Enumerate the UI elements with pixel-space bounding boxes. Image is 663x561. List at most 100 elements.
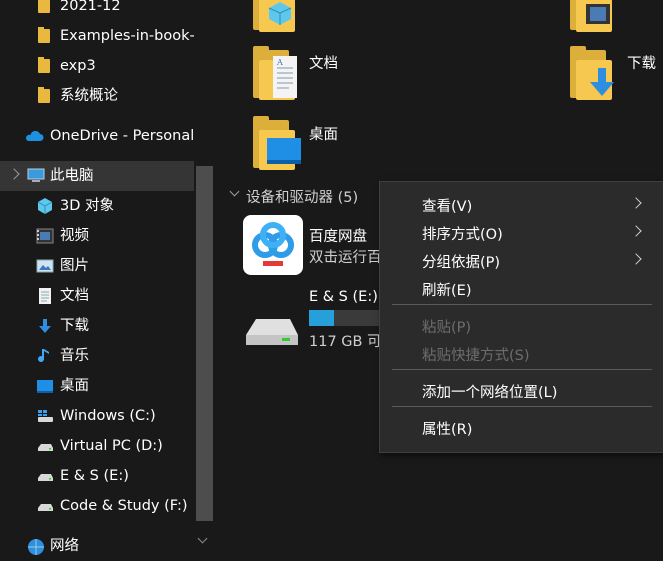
nav-item-3d-objects[interactable]: 3D 对象 bbox=[0, 191, 194, 221]
svg-text:A: A bbox=[276, 58, 283, 67]
nav-item-system-overview[interactable]: 系统概论 bbox=[0, 81, 194, 111]
drive-e-name: E & S (E:) bbox=[309, 289, 378, 305]
videos-folder-icon[interactable] bbox=[570, 0, 618, 34]
menu-item-label: 查看(V) bbox=[422, 199, 473, 215]
chevron-right-icon bbox=[630, 197, 642, 209]
menu-item-paste-shortcut: 粘贴快捷方式(S) bbox=[380, 338, 663, 366]
nav-item-downloads[interactable]: 下载 bbox=[0, 311, 194, 341]
drive-icon bbox=[36, 437, 54, 455]
drive-e-usage-bar bbox=[309, 310, 379, 326]
nav-item-documents[interactable]: 文档 bbox=[0, 281, 194, 311]
nav-item-label: E & S (E:) bbox=[60, 468, 129, 484]
nav-item-virtual-pc-d[interactable]: Virtual PC (D:) bbox=[0, 431, 194, 461]
desktop-folder-tile[interactable] bbox=[253, 116, 301, 172]
menu-item-label: 排序方式(O) bbox=[422, 227, 503, 243]
nav-item-label: 网络 bbox=[50, 538, 79, 554]
desktop-icon bbox=[267, 138, 301, 164]
nav-item-videos[interactable]: 视频 bbox=[0, 221, 194, 251]
desktop-icon bbox=[36, 377, 54, 395]
documents-icon bbox=[36, 287, 54, 305]
context-menu: 查看(V) 排序方式(O) 分组依据(P) 刷新(E) 粘贴(P) 粘贴快捷方式… bbox=[379, 181, 663, 453]
nav-item-desktop[interactable]: 桌面 bbox=[0, 371, 194, 401]
network-icon bbox=[26, 537, 44, 555]
nav-item-2021-12[interactable]: 2021-12 bbox=[0, 0, 194, 21]
3d-objects-icon bbox=[36, 197, 54, 215]
folder-name-documents: 文档 bbox=[309, 56, 338, 72]
nav-item-label: Examples-in-book- bbox=[60, 28, 194, 44]
menu-item-label: 添加一个网络位置(L) bbox=[422, 385, 558, 401]
menu-item-label: 刷新(E) bbox=[422, 283, 472, 299]
nav-item-windows-c[interactable]: Windows (C:) bbox=[0, 401, 194, 431]
videos-icon bbox=[36, 227, 54, 245]
nav-item-label: 系统概论 bbox=[60, 88, 118, 104]
downloads-icon bbox=[590, 68, 614, 96]
baidu-netdisk-icon[interactable] bbox=[243, 215, 303, 275]
nav-item-onedrive[interactable]: OneDrive - Personal bbox=[0, 121, 194, 151]
nav-item-label: Windows (C:) bbox=[60, 408, 156, 424]
section-header-devices[interactable]: 设备和驱动器 (5) bbox=[246, 186, 358, 207]
baidu-netdisk-name: 百度网盘 bbox=[309, 229, 367, 245]
menu-item-label: 粘贴快捷方式(S) bbox=[422, 348, 530, 364]
menu-item-label: 粘贴(P) bbox=[422, 320, 472, 336]
nav-item-exp3[interactable]: exp3 bbox=[0, 51, 194, 81]
nav-item-network[interactable]: 网络 bbox=[0, 531, 194, 561]
3d-objects-folder-icon[interactable] bbox=[253, 0, 301, 34]
menu-item-paste: 粘贴(P) bbox=[380, 310, 663, 338]
menu-separator bbox=[392, 304, 652, 305]
nav-item-label: 此电脑 bbox=[50, 168, 94, 184]
nav-item-examples-in-book[interactable]: Examples-in-book- bbox=[0, 21, 194, 51]
chevron-right-icon bbox=[630, 253, 642, 265]
menu-item-properties[interactable]: 属性(R) bbox=[380, 412, 663, 440]
menu-item-label: 属性(R) bbox=[422, 422, 473, 438]
music-icon bbox=[36, 347, 54, 365]
baidu-netdisk-subtitle: 双击运行百 bbox=[309, 250, 382, 266]
nav-item-e-s-e[interactable]: E & S (E:) bbox=[0, 461, 194, 491]
folder-name-desktop: 桌面 bbox=[309, 127, 338, 143]
nav-item-code-study-f[interactable]: Code & Study (F:) bbox=[0, 491, 194, 521]
drive-e-icon[interactable] bbox=[244, 315, 300, 349]
menu-item-view[interactable]: 查看(V) bbox=[380, 189, 663, 217]
pictures-icon bbox=[36, 257, 54, 275]
folder-icon bbox=[38, 0, 50, 13]
chevron-right-icon bbox=[630, 225, 642, 237]
documents-folder-tile[interactable]: A bbox=[253, 46, 301, 102]
downloads-folder-tile[interactable] bbox=[570, 46, 618, 102]
nav-item-label: exp3 bbox=[60, 58, 96, 74]
navigation-pane: 2021-12 Examples-in-book- exp3 系统概论 OneD… bbox=[0, 0, 217, 555]
nav-item-label: 3D 对象 bbox=[60, 198, 114, 214]
documents-icon: A bbox=[273, 56, 297, 98]
nav-item-label: 视频 bbox=[60, 228, 89, 244]
menu-item-label: 分组依据(P) bbox=[422, 255, 501, 271]
nav-item-label: Code & Study (F:) bbox=[60, 498, 188, 514]
nav-item-pictures[interactable]: 图片 bbox=[0, 251, 194, 281]
folder-icon bbox=[38, 87, 50, 103]
menu-item-add-network-location[interactable]: 添加一个网络位置(L) bbox=[380, 375, 663, 403]
nav-item-this-pc[interactable]: 此电脑 bbox=[0, 161, 194, 191]
menu-item-refresh[interactable]: 刷新(E) bbox=[380, 273, 663, 301]
folder-icon bbox=[38, 27, 50, 43]
folder-icon bbox=[38, 57, 50, 73]
nav-item-label: OneDrive - Personal bbox=[50, 128, 194, 144]
nav-item-music[interactable]: 音乐 bbox=[0, 341, 194, 371]
menu-item-sort-by[interactable]: 排序方式(O) bbox=[380, 217, 663, 245]
nav-item-label: 音乐 bbox=[60, 348, 89, 364]
nav-scrollbar-thumb[interactable] bbox=[196, 166, 213, 521]
onedrive-icon bbox=[24, 127, 44, 145]
folder-name-downloads: 下载 bbox=[627, 56, 656, 72]
nav-item-label: 桌面 bbox=[60, 378, 89, 394]
nav-item-label: 下载 bbox=[60, 318, 89, 334]
nav-item-label: Virtual PC (D:) bbox=[60, 438, 163, 454]
drive-icon bbox=[36, 497, 54, 515]
this-pc-icon bbox=[26, 167, 45, 185]
menu-item-group-by[interactable]: 分组依据(P) bbox=[380, 245, 663, 273]
nav-item-label: 文档 bbox=[60, 288, 89, 304]
nav-item-label: 图片 bbox=[60, 258, 89, 274]
menu-separator bbox=[392, 406, 652, 407]
drive-e-free-space: 117 GB 可 bbox=[309, 334, 382, 350]
menu-separator bbox=[392, 369, 652, 370]
downloads-icon bbox=[36, 317, 54, 335]
windows-drive-icon bbox=[36, 407, 54, 425]
chevron-down-icon[interactable] bbox=[8, 168, 20, 180]
drive-icon bbox=[36, 467, 54, 485]
drive-e-usage-fill bbox=[309, 310, 334, 326]
